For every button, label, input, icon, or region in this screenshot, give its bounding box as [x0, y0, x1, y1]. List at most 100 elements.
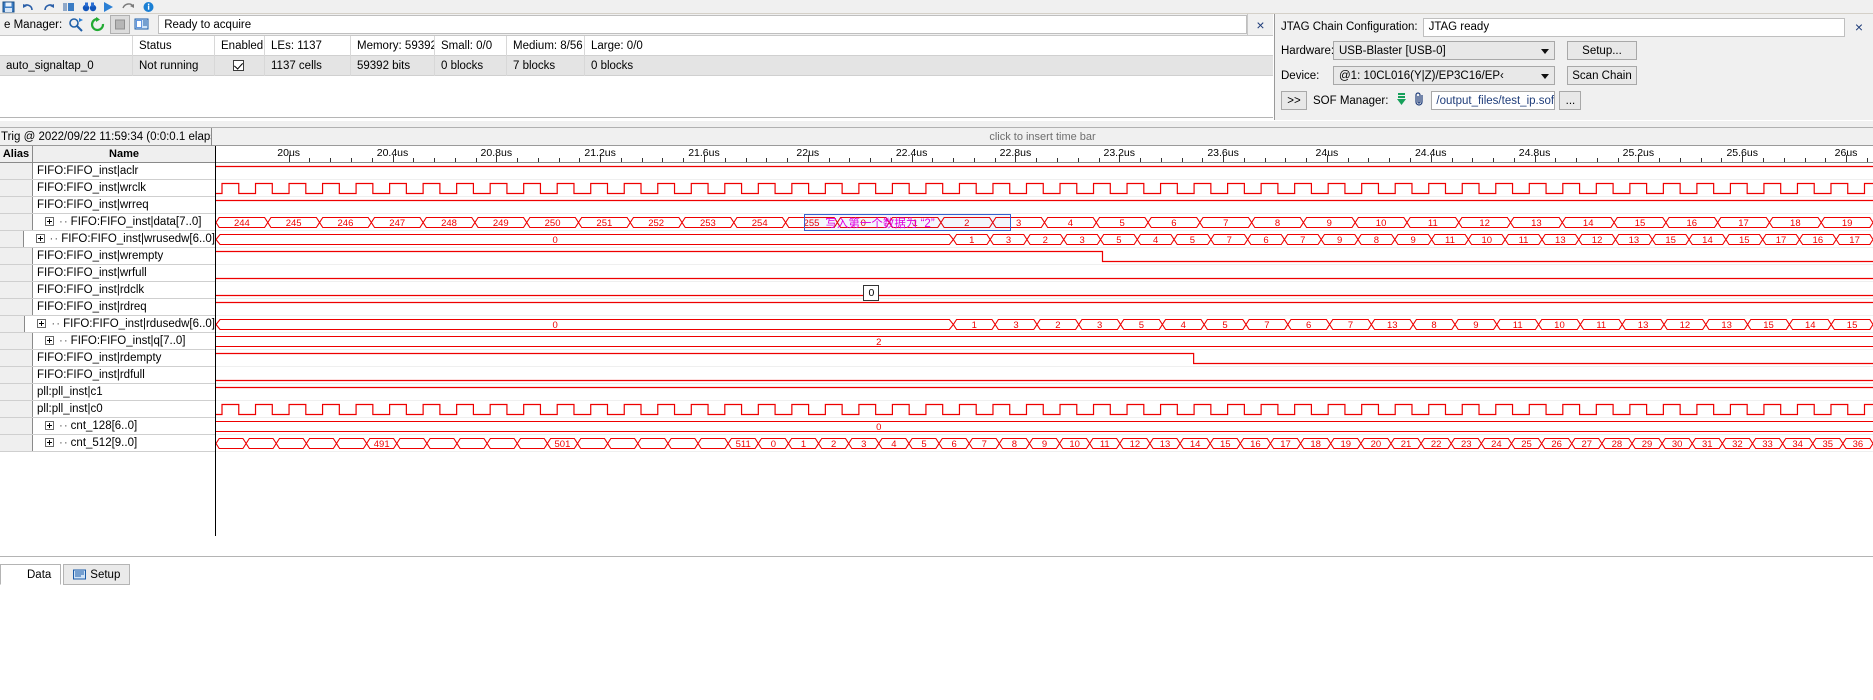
signal-row[interactable]: pll:pll_inst|c0: [0, 401, 215, 418]
waveform-row[interactable]: [216, 384, 1873, 401]
signal-alias-cell[interactable]: [0, 333, 33, 349]
signal-row[interactable]: ·· cnt_128[6..0]: [0, 418, 215, 435]
signal-alias-cell[interactable]: [0, 418, 33, 434]
signal-row[interactable]: ·· FIFO:FIFO_inst|rdusedw[6..0]: [0, 316, 215, 333]
signal-row[interactable]: FIFO:FIFO_inst|rdclk: [0, 282, 215, 299]
waveform-row[interactable]: 2: [216, 333, 1873, 350]
signal-alias-cell[interactable]: [0, 316, 26, 332]
signal-name-cell[interactable]: ·· FIFO:FIFO_inst|data[7..0]: [33, 214, 215, 230]
info-icon[interactable]: [142, 1, 155, 13]
save-icon[interactable]: [2, 1, 15, 13]
insert-time-bar-hint[interactable]: click to insert time bar: [212, 131, 1873, 143]
stop-icon[interactable]: [110, 15, 131, 34]
signal-name-cell[interactable]: ·· cnt_512[9..0]: [33, 435, 215, 451]
table-row[interactable]: auto_signaltap_0 Not running 1137 cells …: [0, 55, 1273, 76]
signal-row[interactable]: FIFO:FIFO_inst|wrfull: [0, 265, 215, 282]
enabled-checkbox[interactable]: [215, 55, 265, 76]
signal-name-cell[interactable]: ·· FIFO:FIFO_inst|wrusedw[6..0]: [23, 231, 215, 247]
time-ruler[interactable]: 20us 20.4us 20.8us 21.2us 21.6us 22us 22.4us 22…: [216, 146, 1873, 163]
signal-alias-cell[interactable]: [0, 231, 24, 247]
signal-name-cell[interactable]: FIFO:FIFO_inst|wrreq: [33, 197, 215, 213]
signal-alias-cell[interactable]: [0, 401, 33, 417]
waveform-row[interactable]: [216, 367, 1873, 384]
signal-name-cell[interactable]: FIFO:FIFO_inst|wrfull: [33, 265, 215, 281]
tab-setup[interactable]: Setup: [63, 564, 131, 585]
signal-alias-cell[interactable]: [0, 299, 33, 315]
waveform-row[interactable]: 0: [216, 418, 1873, 435]
waveform-row[interactable]: [216, 401, 1873, 418]
expand-icon[interactable]: [35, 234, 45, 243]
signal-alias-cell[interactable]: [0, 265, 33, 281]
signal-name-cell[interactable]: pll:pll_inst|c0: [33, 401, 215, 417]
signal-row[interactable]: FIFO:FIFO_inst|wrreq: [0, 197, 215, 214]
waveform-row[interactable]: [216, 282, 1873, 299]
signal-row[interactable]: FIFO:FIFO_inst|aclr: [0, 163, 215, 180]
signal-row[interactable]: ·· FIFO:FIFO_inst|q[7..0]: [0, 333, 215, 350]
expand-icon[interactable]: [37, 319, 47, 328]
undo-icon[interactable]: [22, 1, 35, 13]
expand-icon[interactable]: [45, 336, 54, 345]
signal-row[interactable]: FIFO:FIFO_inst|rdfull: [0, 367, 215, 384]
compile-icon[interactable]: [62, 1, 75, 13]
signal-alias-cell[interactable]: [0, 214, 33, 230]
signal-row[interactable]: pll:pll_inst|c1: [0, 384, 215, 401]
close-icon[interactable]: ×: [1845, 19, 1873, 35]
signal-row[interactable]: FIFO:FIFO_inst|rdreq: [0, 299, 215, 316]
waveform-row[interactable]: [216, 350, 1873, 367]
signal-alias-cell[interactable]: [0, 367, 33, 383]
signal-name-cell[interactable]: pll:pll_inst|c1: [33, 384, 215, 400]
program-download-icon[interactable]: [1394, 92, 1409, 110]
sof-browse-button[interactable]: ...: [1559, 91, 1582, 110]
signal-name-cell[interactable]: ·· FIFO:FIFO_inst|rdusedw[6..0]: [25, 316, 215, 332]
signal-row[interactable]: FIFO:FIFO_inst|wrempty: [0, 248, 215, 265]
signal-alias-cell[interactable]: [0, 197, 33, 213]
sof-expand-button[interactable]: >>: [1281, 91, 1307, 110]
read-data-icon[interactable]: [132, 15, 152, 34]
binoculars-icon[interactable]: [82, 1, 97, 13]
run-icon[interactable]: [102, 1, 115, 13]
step-icon[interactable]: [122, 1, 135, 13]
run-analysis-icon[interactable]: [66, 15, 86, 34]
attach-icon[interactable]: [1414, 91, 1426, 110]
signal-name-cell[interactable]: FIFO:FIFO_inst|rdempty: [33, 350, 215, 366]
close-icon[interactable]: ×: [1247, 14, 1273, 35]
waveform-row[interactable]: 0 1 3 2 3 5 4 5 7 6 7 9 8 9 11 10 11 13 12 13 15 14 15 17 16 17: [216, 231, 1873, 248]
signal-name-cell[interactable]: FIFO:FIFO_inst|wrclk: [33, 180, 215, 196]
signal-name-cell[interactable]: FIFO:FIFO_inst|wrempty: [33, 248, 215, 264]
expand-icon[interactable]: [45, 421, 54, 430]
signal-row[interactable]: FIFO:FIFO_inst|wrclk: [0, 180, 215, 197]
waveform-canvas[interactable]: 20us 20.4us 20.8us 21.2us 21.6us 22us 22.4us 22…: [216, 146, 1873, 536]
signal-name-cell[interactable]: FIFO:FIFO_inst|aclr: [33, 163, 215, 179]
signal-alias-cell[interactable]: [0, 248, 33, 264]
waveform-row[interactable]: [216, 265, 1873, 282]
signal-row[interactable]: ·· cnt_512[9..0]: [0, 435, 215, 452]
setup-button[interactable]: Setup...: [1567, 41, 1637, 60]
signal-alias-cell[interactable]: [0, 180, 33, 196]
signal-name-cell[interactable]: ·· FIFO:FIFO_inst|q[7..0]: [33, 333, 215, 349]
signal-alias-cell[interactable]: [0, 435, 33, 451]
waveform-row[interactable]: 244 245 246 247 248 249 250 251 252 253 254 255 0 1 2 3…: [216, 214, 1873, 231]
acquire-status-field[interactable]: Ready to acquire: [158, 15, 1247, 34]
device-select[interactable]: @1: 10CL016(Y|Z)/EP3C16/EP‹: [1333, 66, 1555, 85]
waveform-row[interactable]: [216, 180, 1873, 197]
signal-row[interactable]: ·· FIFO:FIFO_inst|wrusedw[6..0]: [0, 231, 215, 248]
expand-icon[interactable]: [45, 217, 54, 226]
waveform-row[interactable]: 491 501 511 0 1 2 3 4 5 6 7 8 9 10 11 12 13 14 15 16 17 18 19 2…: [216, 435, 1873, 452]
signal-row[interactable]: FIFO:FIFO_inst|rdempty: [0, 350, 215, 367]
waveform-row[interactable]: [216, 248, 1873, 265]
signal-name-cell[interactable]: ·· cnt_128[6..0]: [33, 418, 215, 434]
expand-icon[interactable]: [45, 438, 54, 447]
signal-row[interactable]: ·· FIFO:FIFO_inst|data[7..0]: [0, 214, 215, 231]
signal-alias-cell[interactable]: [0, 384, 33, 400]
signal-alias-cell[interactable]: [0, 163, 33, 179]
signal-alias-cell[interactable]: [0, 282, 33, 298]
tab-data[interactable]: Data: [0, 564, 62, 585]
waveform-row[interactable]: [216, 299, 1873, 316]
autorun-icon[interactable]: [88, 15, 108, 34]
signal-name-cell[interactable]: FIFO:FIFO_inst|rdfull: [33, 367, 215, 383]
scan-chain-button[interactable]: Scan Chain: [1567, 66, 1637, 85]
waveform-row[interactable]: [216, 163, 1873, 180]
hardware-select[interactable]: USB-Blaster [USB-0]: [1333, 41, 1555, 60]
signal-alias-cell[interactable]: [0, 350, 33, 366]
signal-name-cell[interactable]: FIFO:FIFO_inst|rdreq: [33, 299, 215, 315]
